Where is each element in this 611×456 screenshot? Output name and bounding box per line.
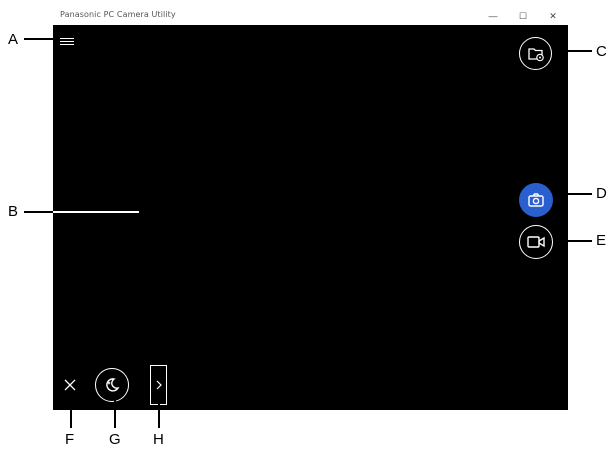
window-title: Panasonic PC Camera Utility: [60, 10, 176, 19]
video-mode-button[interactable]: [519, 225, 553, 259]
callout-g: G: [109, 431, 121, 448]
callout-g-line: [114, 400, 116, 428]
minimize-button[interactable]: —: [478, 7, 508, 25]
callout-b-line: [24, 211, 53, 213]
callout-b: B: [8, 203, 19, 220]
callout-h: H: [153, 431, 164, 448]
folder-settings-button[interactable]: [519, 37, 552, 70]
photo-mode-button[interactable]: [519, 183, 553, 217]
camera-icon: [528, 193, 544, 207]
night-mode-button[interactable]: [95, 368, 129, 402]
callout-f: F: [65, 431, 75, 448]
callout-a-line: [24, 38, 60, 40]
maximize-button[interactable]: ☐: [508, 7, 538, 25]
callout-e: E: [596, 232, 607, 249]
callout-b-line-inner: [53, 211, 139, 213]
callout-d-line: [555, 193, 592, 195]
expand-panel-button[interactable]: [150, 365, 167, 405]
close-icon[interactable]: [63, 378, 77, 392]
hamburger-icon[interactable]: [60, 38, 74, 45]
callout-c-line: [554, 50, 592, 52]
callout-d: D: [596, 185, 607, 202]
camera-preview: [53, 25, 568, 410]
callout-e-line: [555, 240, 592, 242]
chevron-right-icon: [156, 380, 162, 390]
callout-h-line: [158, 400, 160, 428]
video-camera-icon: [527, 236, 545, 248]
callout-c: C: [596, 43, 607, 60]
folder-settings-icon: [527, 47, 544, 61]
title-bar: Panasonic PC Camera Utility — ☐ ✕: [53, 7, 568, 25]
camera-app-window: Panasonic PC Camera Utility — ☐ ✕: [53, 7, 568, 410]
callout-a: A: [8, 31, 19, 48]
night-mode-icon: [106, 378, 120, 392]
close-window-button[interactable]: ✕: [538, 7, 568, 25]
callout-f-line: [70, 394, 72, 428]
